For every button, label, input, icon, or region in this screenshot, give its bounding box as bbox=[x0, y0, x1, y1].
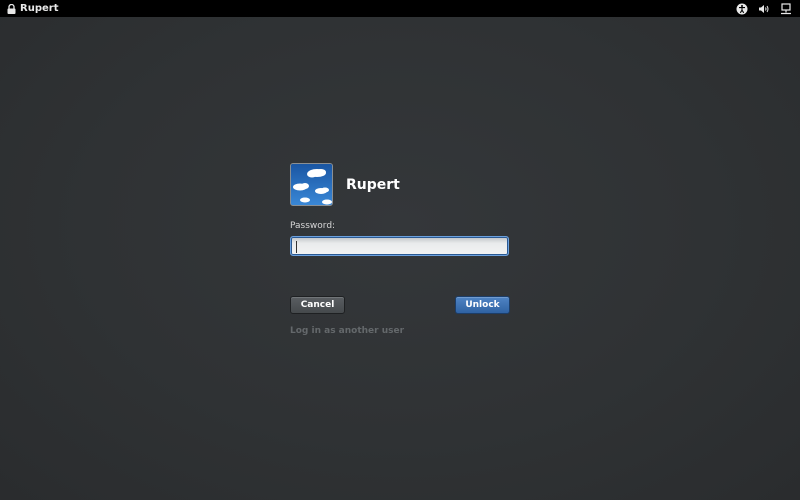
cancel-button[interactable]: Cancel bbox=[290, 296, 345, 314]
user-avatar-clouds bbox=[291, 164, 332, 205]
login-as-another-user-link[interactable]: Log in as another user bbox=[290, 326, 510, 336]
lock-screen: Rupert Rupert Password: Cancel Unlock Lo… bbox=[0, 0, 800, 500]
topbar-user-name: Rupert bbox=[20, 3, 59, 14]
topbar-user-menu[interactable]: Rupert bbox=[7, 3, 58, 14]
avatar bbox=[290, 163, 333, 206]
login-dialog: Rupert Password: Cancel Unlock Log in as… bbox=[290, 163, 510, 336]
top-bar: Rupert bbox=[0, 0, 800, 17]
username-label: Rupert bbox=[346, 176, 400, 193]
password-input[interactable] bbox=[290, 236, 509, 256]
lock-icon bbox=[7, 3, 16, 14]
network-wired-icon[interactable] bbox=[780, 2, 792, 15]
password-label: Password: bbox=[290, 221, 336, 231]
volume-icon[interactable] bbox=[758, 3, 770, 15]
accessibility-icon[interactable] bbox=[736, 3, 748, 15]
user-row: Rupert bbox=[290, 163, 510, 206]
unlock-button[interactable]: Unlock bbox=[455, 296, 510, 314]
text-caret bbox=[296, 241, 297, 253]
button-row: Cancel Unlock bbox=[290, 296, 510, 314]
